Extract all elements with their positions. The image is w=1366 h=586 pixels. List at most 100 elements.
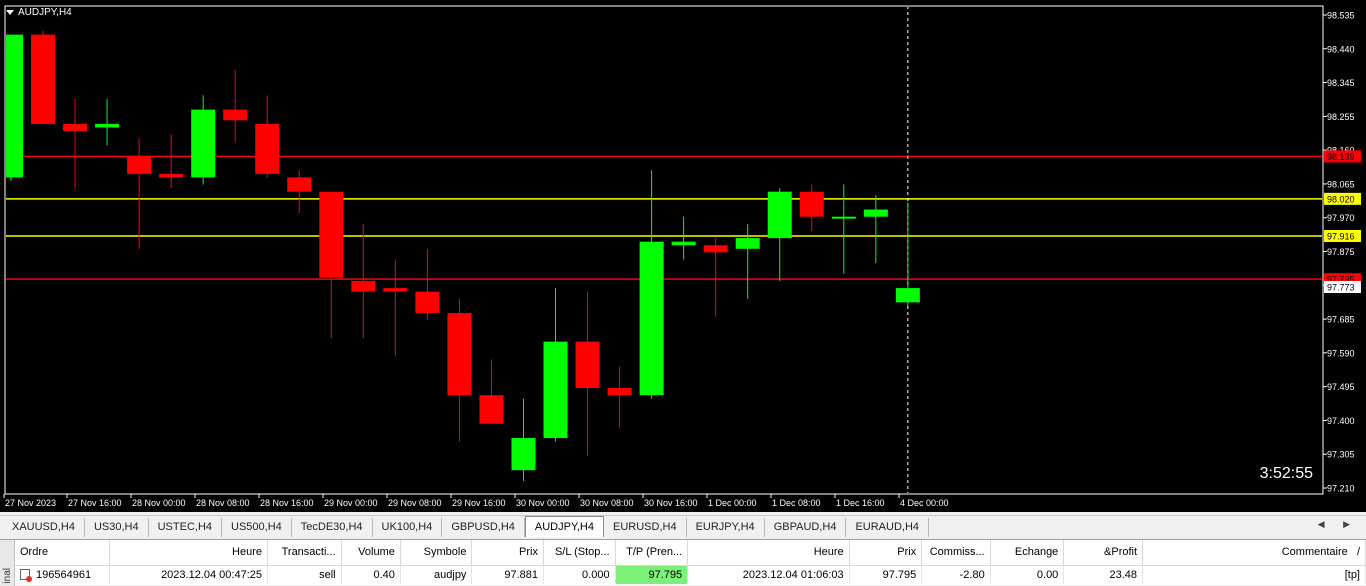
tab-tecde30[interactable]: TecDE30,H4 [292,518,373,537]
chart-area[interactable]: 98.53598.44098.34598.25598.16098.06597.9… [0,0,1366,512]
candle-body [767,191,792,239]
candle-body [191,109,216,178]
price-axis-label: 98.255 [1327,112,1355,122]
col-type[interactable]: Transacti... [267,540,342,566]
chart-tabs-bar: XAUUSD,H4 US30,H4 USTEC,H4 US500,H4 TecD… [0,515,1366,537]
col-close-time[interactable]: Heure [687,540,850,566]
price-axis-label: 97.590 [1327,348,1355,358]
candle-body [127,156,152,174]
cell-profit: 23.48 [1063,565,1144,584]
terminal-panel: inal Ordre Heure Transacti... Volume Sym… [0,539,1366,586]
time-axis-label: 27 Nov 16:00 [68,498,122,508]
price-axis-label: 98.440 [1327,44,1355,54]
time-axis-label: 30 Nov 08:00 [580,498,634,508]
candle-body [351,280,376,292]
cell-open-time: 2023.12.04 00:47:25 [109,565,269,584]
col-profit[interactable]: &Profit [1063,540,1144,566]
candle-body [543,341,568,439]
chart-symbol-title[interactable]: AUDJPY,H4 [6,7,72,18]
cell-type: sell [267,565,342,584]
col-take-profit[interactable]: T/P (Pren... [615,540,689,566]
col-order[interactable]: Ordre [15,540,110,566]
sort-indicator: / [1356,546,1360,559]
cell-symbol: audjpy [400,565,473,584]
tab-gbpusd[interactable]: GBPUSD,H4 [442,518,525,537]
cell-order: 196564961 [15,565,110,584]
time-axis-label: 28 Nov 16:00 [260,498,314,508]
price-marker-label: 98.139 [1327,152,1355,162]
col-open-price[interactable]: Prix [471,540,544,566]
price-axis-label: 97.970 [1327,213,1355,223]
time-axis-label: 27 Nov 2023 [5,498,56,508]
terminal-side-tab[interactable]: inal [0,540,15,586]
terminal-side-label: inal [2,568,13,584]
cell-close-price: 97.795 [849,565,923,584]
cell-take-profit: 97.795 [615,565,689,584]
cell-order-number: 196564961 [36,568,92,581]
plot-content [6,7,1322,493]
price-marker-label: 97.916 [1327,231,1355,241]
candle-body [863,209,888,217]
tab-eurusd[interactable]: EURUSD,H4 [604,518,687,537]
col-swap[interactable]: Echange [990,540,1065,566]
tab-audjpy[interactable]: AUDJPY,H4 [524,516,604,537]
candle-body [159,173,184,178]
col-symbol[interactable]: Symbole [400,540,473,566]
bar-countdown: 3:52:55 [1259,465,1313,482]
candle-body [6,34,23,178]
candle-body [671,241,696,246]
price-axis-label: 97.685 [1327,315,1355,325]
chart-menu-triangle-icon[interactable] [6,10,14,15]
candle-body [319,191,344,278]
closed-order-icon [20,569,32,583]
tab-euraud[interactable]: EURAUD,H4 [846,518,930,537]
time-axis-label: 1 Dec 16:00 [836,498,885,508]
price-axis-label: 97.495 [1327,382,1355,392]
candle-body [255,123,280,174]
time-axis-label: 1 Dec 08:00 [772,498,821,508]
tab-uk100[interactable]: UK100,H4 [373,518,443,537]
tab-ustec[interactable]: USTEC,H4 [149,518,223,537]
price-axis-label: 98.345 [1327,78,1355,88]
candle-body [383,288,408,292]
time-axis-label: 28 Nov 08:00 [196,498,250,508]
tab-scroll-arrows[interactable]: ◀ ▶ [1318,519,1358,530]
price-axis-label: 97.400 [1327,416,1355,426]
orders-header-row: Ordre Heure Transacti... Volume Symbole … [15,540,1366,566]
time-axis-label: 1 Dec 00:00 [708,498,757,508]
candle-body [223,109,248,121]
price-axis-label: 97.305 [1327,450,1355,460]
col-open-time[interactable]: Heure [109,540,269,566]
cell-stop-loss: 0.000 [543,565,616,584]
cell-commission: -2.80 [921,565,991,584]
col-comment-label: Commentaire [1281,546,1348,559]
tab-gbpaud[interactable]: GBPAUD,H4 [765,518,847,537]
cell-open-price: 97.881 [471,565,544,584]
candle-body [95,123,120,128]
candle-body [799,191,824,217]
tab-eurjpy[interactable]: EURJPY,H4 [687,518,765,537]
time-axis-label: 29 Nov 00:00 [324,498,378,508]
col-commission[interactable]: Commiss... [921,540,991,566]
candle-body [703,245,728,253]
candle-body [735,238,760,249]
col-stop-loss[interactable]: S/L (Stop... [543,540,616,566]
table-row[interactable]: 196564961 2023.12.04 00:47:25 sell 0.40 … [15,565,1366,584]
price-axis-label: 97.875 [1327,247,1355,257]
time-axis-label: 28 Nov 00:00 [132,498,186,508]
candle-body [479,395,504,424]
orders-table: Ordre Heure Transacti... Volume Symbole … [15,540,1366,584]
col-comment[interactable]: Commentaire / [1142,540,1366,566]
candle-body [575,341,600,389]
candle-body [415,291,440,314]
tab-us500[interactable]: US500,H4 [222,518,292,537]
time-axis-label: 30 Nov 00:00 [516,498,570,508]
tab-xauusd[interactable]: XAUUSD,H4 [3,518,85,537]
time-axis-label: 30 Nov 16:00 [644,498,698,508]
candlestick-chart[interactable]: 98.53598.44098.34598.25598.16098.06597.9… [0,0,1366,512]
cell-swap: 0.00 [990,565,1065,584]
time-axis-label: 4 Dec 00:00 [900,498,949,508]
tab-us30[interactable]: US30,H4 [85,518,149,537]
col-volume[interactable]: Volume [341,540,401,566]
col-close-price[interactable]: Prix [849,540,923,566]
